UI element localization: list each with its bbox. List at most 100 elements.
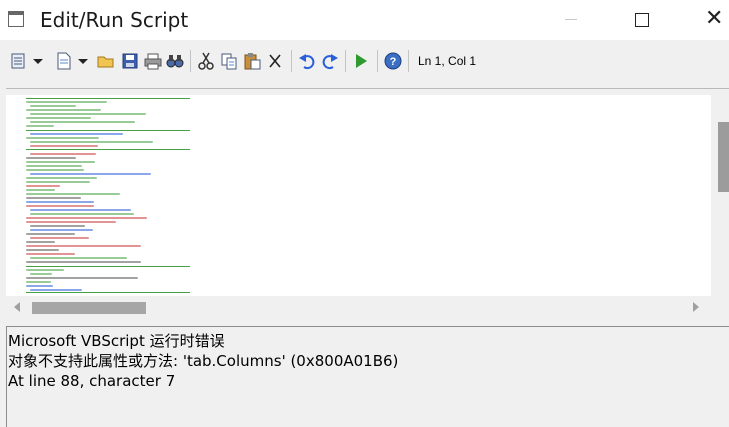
redo-icon	[322, 54, 338, 70]
code-line	[30, 105, 76, 107]
window-icon	[8, 11, 24, 27]
copy-icon	[221, 53, 237, 70]
error-message: 对象不支持此属性或方法: 'tab.Columns' (0x800A01B6)	[8, 352, 399, 370]
code-line	[30, 273, 52, 275]
maximize-icon	[635, 13, 649, 27]
scroll-left-arrow-icon[interactable]	[14, 302, 20, 312]
code-line	[26, 185, 60, 187]
script-editor[interactable]	[6, 95, 711, 297]
comment-rule	[26, 98, 190, 99]
code-line	[26, 169, 84, 171]
code-line	[26, 177, 97, 179]
maximize-button[interactable]	[618, 0, 664, 40]
redo-button[interactable]	[321, 52, 339, 70]
code-line	[26, 269, 64, 271]
x-icon	[269, 54, 281, 68]
code-line	[26, 217, 147, 219]
code-line	[26, 221, 116, 223]
code-line	[26, 189, 55, 191]
code-line	[26, 161, 95, 163]
code-line	[26, 165, 82, 167]
comment-rule	[26, 149, 190, 150]
minimize-button[interactable]	[548, 0, 594, 40]
code-line	[26, 281, 51, 283]
cursor-position: Ln 1, Col 1	[418, 54, 477, 68]
code-line	[30, 113, 146, 115]
code-line	[26, 277, 138, 279]
code-line	[30, 141, 153, 143]
find-button[interactable]	[166, 52, 184, 70]
code-line	[30, 229, 93, 231]
title-bar: Edit/Run Script ✕	[0, 0, 729, 40]
code-line	[30, 153, 96, 155]
run-button[interactable]	[352, 52, 370, 70]
code-line	[26, 181, 90, 183]
help-icon: ?	[384, 52, 402, 70]
paste-button[interactable]	[243, 52, 261, 70]
svg-text:?: ?	[390, 56, 397, 68]
code-line	[26, 201, 94, 203]
comment-rule	[26, 266, 190, 267]
code-line	[30, 173, 151, 175]
script-text	[26, 95, 190, 297]
cut-button[interactable]	[197, 52, 215, 70]
code-line	[26, 261, 141, 263]
print-button[interactable]	[144, 52, 162, 70]
toolbar-separator	[190, 50, 191, 72]
code-line	[26, 249, 59, 251]
floppy-icon	[122, 53, 138, 69]
help-button[interactable]: ?	[384, 52, 402, 70]
list-lines-icon	[11, 53, 43, 69]
code-line	[26, 125, 54, 127]
code-line	[26, 109, 101, 111]
document-icon	[57, 52, 88, 70]
toolbar: ? Ln 1, Col 1	[0, 40, 729, 82]
output-pane: Microsoft VBScript 运行时错误 对象不支持此属性或方法: 't…	[6, 326, 729, 427]
code-line	[30, 257, 127, 259]
code-line	[26, 157, 76, 159]
printer-icon	[144, 53, 162, 70]
scissors-icon	[198, 52, 214, 70]
code-line	[26, 245, 141, 247]
code-line	[30, 213, 134, 215]
code-line	[26, 285, 53, 287]
toolbar-separator	[408, 50, 409, 72]
code-line	[26, 241, 55, 243]
scroll-right-arrow-icon[interactable]	[693, 302, 699, 312]
code-line	[30, 209, 131, 211]
toolbar-separator	[377, 50, 378, 72]
save-button[interactable]	[121, 52, 139, 70]
code-line	[26, 253, 75, 255]
horizontal-scrollbar-thumb[interactable]	[32, 302, 146, 314]
toolbar-separator	[291, 50, 292, 72]
code-line	[30, 225, 85, 227]
toolbar-separator	[345, 50, 346, 72]
code-line	[26, 193, 120, 195]
code-line	[26, 205, 94, 207]
code-line	[26, 233, 75, 235]
undo-button[interactable]	[298, 52, 316, 70]
minimize-icon	[565, 19, 577, 20]
code-line	[30, 237, 89, 239]
format-dropdown[interactable]	[10, 52, 46, 70]
open-button[interactable]	[97, 52, 115, 70]
horizontal-scrollbar[interactable]	[6, 296, 711, 320]
code-line	[30, 133, 123, 135]
window-title: Edit/Run Script	[40, 8, 189, 32]
error-source: Microsoft VBScript 运行时错误	[8, 332, 225, 350]
close-icon: ✕	[705, 6, 724, 31]
vertical-scrollbar-thumb[interactable]	[718, 122, 729, 192]
code-line	[26, 117, 91, 119]
comment-rule	[26, 130, 190, 131]
binoculars-icon	[166, 55, 184, 68]
copy-button[interactable]	[220, 52, 238, 70]
code-line	[30, 121, 135, 123]
code-line	[30, 145, 98, 147]
close-button[interactable]: ✕	[689, 0, 729, 40]
code-line	[26, 101, 107, 103]
comment-rule	[26, 292, 190, 293]
folder-icon	[97, 56, 114, 68]
new-dropdown[interactable]	[55, 52, 91, 70]
clipboard-icon	[244, 53, 261, 70]
delete-button[interactable]	[266, 52, 284, 70]
